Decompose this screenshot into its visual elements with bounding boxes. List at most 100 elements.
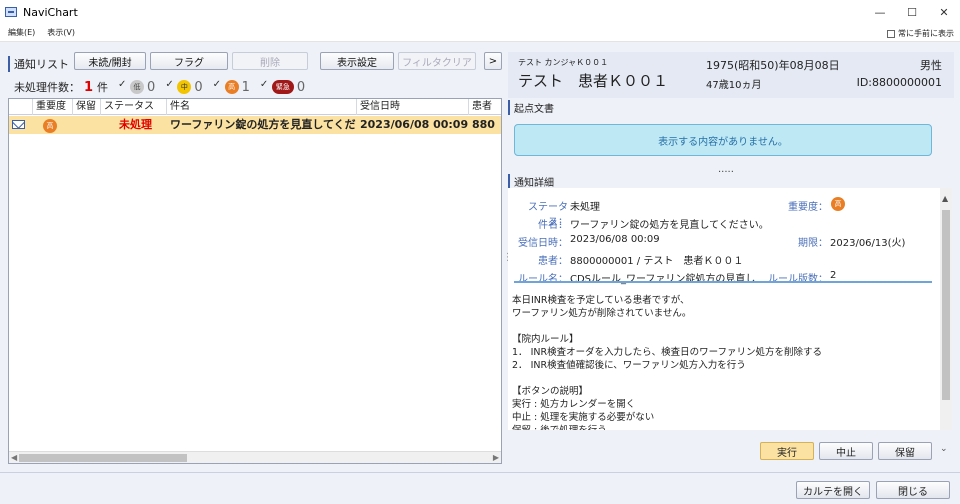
- notification-detail-panel: ステータス： 未処理 重要度： 高 件名： ワーファリン錠の処方を見直してくださ…: [508, 188, 952, 430]
- scroll-right-icon[interactable]: ▶: [493, 452, 499, 463]
- col-header-priority[interactable]: 重要度: [33, 99, 73, 115]
- table-horizontal-scrollbar[interactable]: ◀ ▶: [9, 451, 501, 463]
- notification-list-label: 通知リスト: [8, 56, 69, 72]
- memo-line: 2． INR検査値確認後に、ワーファリン処方入力を行う: [512, 360, 746, 371]
- filter-low-checkbox[interactable]: [118, 79, 127, 92]
- menu-edit[interactable]: 編集(E): [8, 27, 35, 38]
- deadline-label: 期限：: [798, 238, 828, 249]
- scroll-up-icon[interactable]: ▲: [942, 194, 948, 203]
- memo-line: 1． INR検査オーダを入力したら、検査日のワーファリン処方を削除する: [512, 347, 823, 358]
- mail-icon: [12, 120, 25, 129]
- filter-mid-checkbox[interactable]: [165, 79, 174, 92]
- filter-urgent-checkbox[interactable]: [260, 79, 269, 92]
- col-header-received[interactable]: 受信日時: [357, 99, 469, 115]
- scroll-down-icon[interactable]: ⌄: [940, 444, 948, 454]
- open-chart-button[interactable]: カルテを開く: [796, 481, 870, 499]
- patient-id: ID:8800000001: [856, 76, 942, 89]
- row-hold-cell: [73, 116, 101, 134]
- row-priority-cell: 高: [33, 116, 73, 134]
- origin-doc-empty-message: 表示する内容がありません。: [514, 124, 932, 156]
- close-window-button[interactable]: ✕: [928, 0, 960, 24]
- subject-value: ワーファリン錠の処方を見直してください。: [570, 220, 769, 231]
- scrollbar-thumb[interactable]: [942, 210, 950, 400]
- display-settings-button[interactable]: 表示設定: [320, 52, 394, 70]
- patient-sex: 男性: [920, 59, 942, 72]
- memo-line: 実行 : 処方カレンダーを開く: [512, 399, 636, 410]
- patient-header: テスト カンジャＫ００１ テスト 患者Ｋ００１ 1975(昭和50)年08月08…: [508, 52, 954, 98]
- minimize-button[interactable]: —: [864, 0, 896, 24]
- filter-high-checkbox[interactable]: [213, 79, 222, 92]
- unprocessed-total: 1: [84, 79, 94, 95]
- patient-name: テスト 患者Ｋ００１: [518, 72, 669, 90]
- menu-view[interactable]: 表示(V): [47, 27, 75, 38]
- patient-label: 患者：: [538, 256, 568, 267]
- execute-button[interactable]: 実行: [760, 442, 814, 460]
- memo-line: ワーファリン処方が削除されていません。: [512, 308, 692, 319]
- patient-value: 8800000001 / テスト 患者Ｋ００１: [570, 256, 744, 267]
- memo-line: 本日INR検査を予定している患者ですが、: [512, 295, 690, 306]
- col-header-icon[interactable]: [9, 99, 33, 115]
- col-header-hold[interactable]: 保留: [73, 99, 101, 115]
- detail-pane: テスト カンジャＫ００１ テスト 患者Ｋ００１ 1975(昭和50)年08月08…: [508, 44, 960, 472]
- priority-high-count: 1: [241, 79, 250, 95]
- col-header-subject[interactable]: 件名: [167, 99, 357, 115]
- priority-urgent-count: 0: [296, 79, 306, 95]
- maximize-button[interactable]: ☐: [896, 0, 928, 24]
- expand-button[interactable]: >: [484, 52, 502, 70]
- unprocessed-count-row: 未処理件数： 1 件 低 0 中 0 高 1 緊急 0: [14, 78, 305, 96]
- cancel-action-button[interactable]: 中止: [819, 442, 873, 460]
- memo-line: 【院内ルール】: [512, 334, 579, 345]
- list-toolbar: 通知リスト 未読/開封 フラグ 削除 表示設定 フィルタクリア >: [8, 52, 504, 72]
- app-icon: [5, 7, 17, 17]
- detail-vertical-scrollbar[interactable]: ▲: [940, 188, 952, 430]
- unread-open-button[interactable]: 未読/開封: [74, 52, 146, 70]
- memo-line: 保留 : 後で処理を行う: [512, 422, 607, 430]
- subject-label: 件名：: [538, 220, 568, 231]
- table-row[interactable]: 高 未処理 ワーファリン錠の処方を見直してください。 2023/06/08 00…: [9, 116, 501, 134]
- hold-button[interactable]: 保留: [878, 442, 932, 460]
- priority-label: 重要度：: [788, 202, 828, 213]
- row-received-cell: 2023/06/08 00:09: [360, 118, 469, 131]
- priority-urgent-badge: 緊急: [271, 80, 294, 94]
- always-on-top-checkbox[interactable]: 常に手前に表示: [887, 28, 954, 39]
- row-subject-cell: ワーファリン錠の処方を見直してください。: [170, 118, 357, 131]
- notification-list-pane: 通知リスト 未読/開封 フラグ 削除 表示設定 フィルタクリア > 未処理件数：…: [0, 44, 506, 472]
- detail-separator: [514, 281, 932, 283]
- footer-bar: カルテを開く 閉じる: [0, 472, 960, 504]
- checkbox-box[interactable]: [887, 29, 895, 38]
- window-title: NaviChart: [23, 5, 78, 19]
- notification-detail-label: 通知詳細: [508, 174, 554, 189]
- patient-age: 47歳10ヵ月: [706, 80, 762, 91]
- row-icon-cell: [9, 116, 33, 134]
- received-label: 受信日時：: [518, 238, 568, 249]
- unprocessed-unit: 件: [97, 81, 109, 94]
- scroll-left-icon[interactable]: ◀: [11, 452, 17, 463]
- priority-low-count: 0: [147, 79, 156, 95]
- col-header-status[interactable]: ステータス: [101, 99, 167, 115]
- notification-table: 重要度 保留 ステータス 件名 受信日時 患者 高 未処理 ワーファリン錠の処方…: [8, 98, 502, 464]
- resize-dots[interactable]: .....: [718, 164, 734, 175]
- unprocessed-count-label: 未処理件数：: [14, 81, 80, 94]
- flag-button[interactable]: フラグ: [150, 52, 228, 70]
- priority-low-badge: 低: [130, 80, 145, 94]
- memo-line: 中止 : 処理を実施する必要がない: [512, 412, 655, 423]
- rule-version-value: 2: [830, 270, 837, 281]
- table-header: 重要度 保留 ステータス 件名 受信日時 患者: [9, 99, 501, 115]
- col-header-patient[interactable]: 患者: [469, 99, 501, 115]
- patient-birthdate: 1975(昭和50)年08月08日: [706, 59, 840, 72]
- memo-line: 【ボタンの説明】: [512, 386, 589, 397]
- scrollbar-thumb[interactable]: [19, 454, 187, 462]
- filter-clear-button[interactable]: フィルタクリア: [398, 52, 476, 70]
- delete-button[interactable]: 削除: [232, 52, 308, 70]
- title-bar: NaviChart — ☐ ✕: [0, 0, 960, 24]
- close-button[interactable]: 閉じる: [876, 481, 950, 499]
- row-status-cell: 未処理: [119, 118, 152, 131]
- row-patient-cell: 880: [472, 118, 495, 131]
- received-value: 2023/06/08 00:09: [570, 234, 660, 245]
- origin-doc-label: 起点文書: [508, 100, 554, 115]
- row-priority-badge: 高: [43, 119, 57, 133]
- always-on-top-label: 常に手前に表示: [898, 29, 954, 38]
- priority-mid-badge: 中: [177, 80, 192, 94]
- menu-bar: 編集(E) 表示(V) 常に手前に表示: [0, 24, 960, 42]
- status-value: 未処理: [570, 202, 600, 213]
